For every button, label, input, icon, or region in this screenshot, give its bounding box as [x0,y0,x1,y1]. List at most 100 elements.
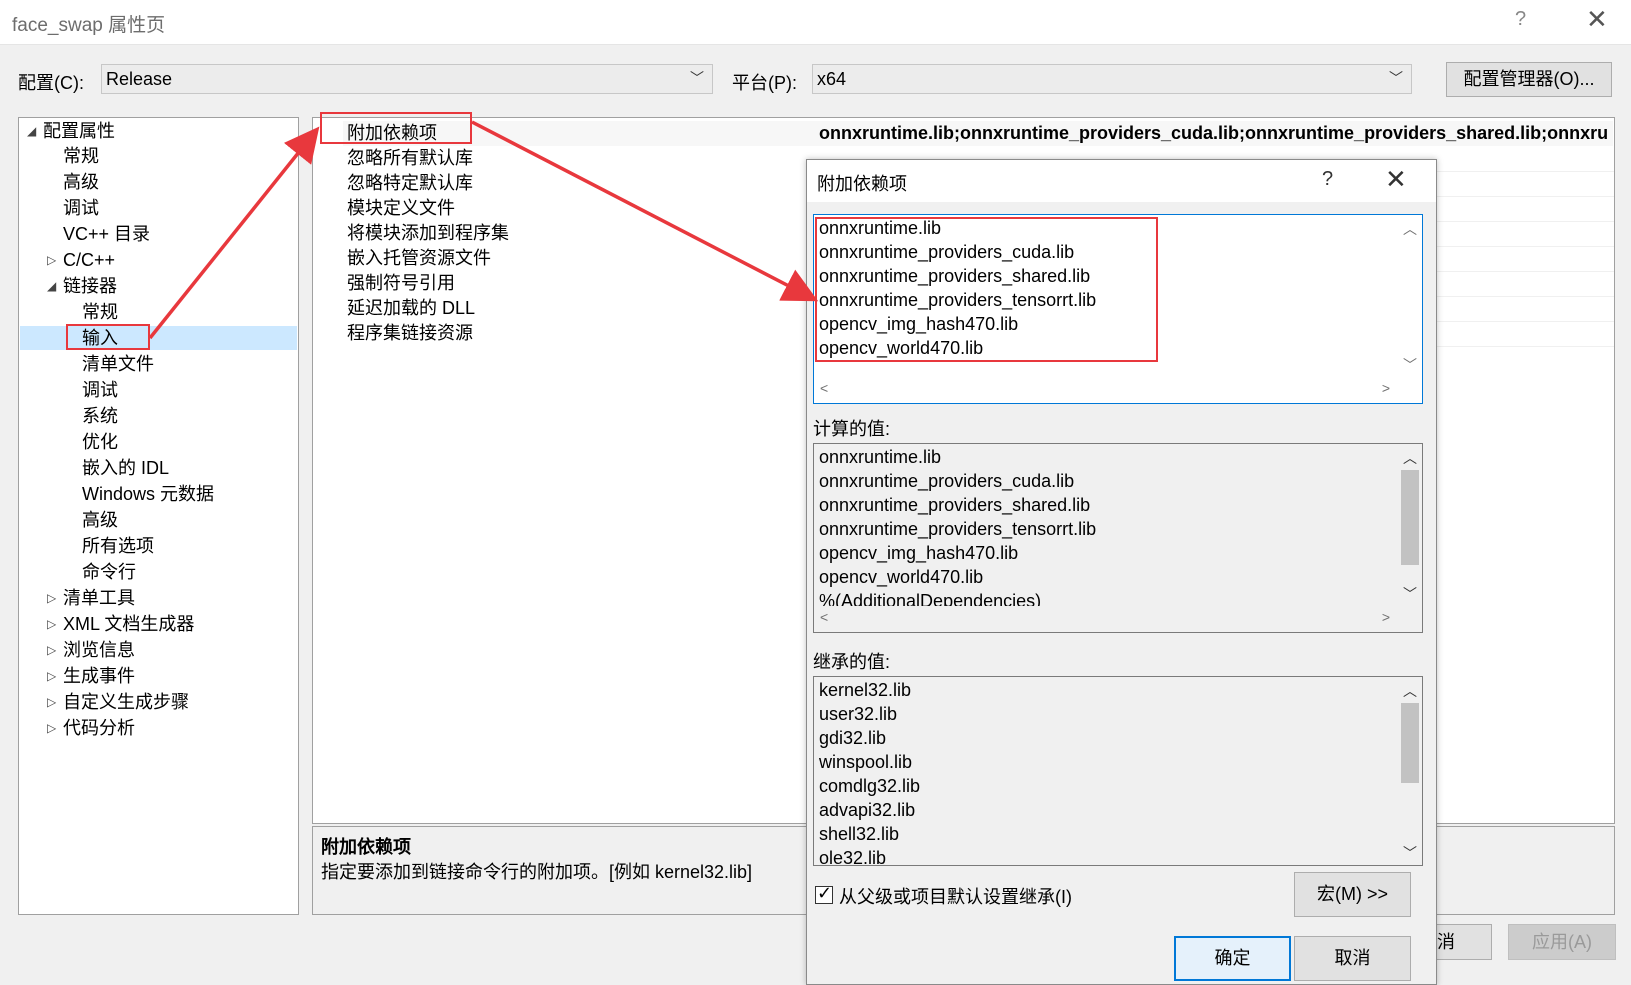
scroll-down-icon[interactable]: ﹀ [1403,355,1417,375]
scroll-up-icon[interactable]: ︿ [1403,448,1417,468]
tree-item-manifest-file[interactable]: 清单文件 [82,352,154,376]
platform-dropdown[interactable]: x64 ﹀ [812,64,1412,94]
expand-icon[interactable]: ▷ [47,617,56,631]
scroll-left-icon[interactable]: < [820,609,828,625]
tree-item-command-line[interactable]: 命令行 [82,560,136,584]
dialog-title-bar: 附加依赖项 ? ✕ [807,160,1436,202]
platform-value: x64 [817,69,847,89]
expand-icon[interactable]: ▷ [47,253,56,267]
prop-additional-dependencies[interactable]: 附加依赖项 [347,121,437,146]
tree-item-linker[interactable]: 链接器 [63,274,117,298]
close-icon[interactable]: ✕ [1385,164,1407,195]
dialog-title: 附加依赖项 [817,174,907,194]
prop-add-module-to-assembly[interactable]: 将模块添加到程序集 [347,221,509,246]
edit-line: onnxruntime_providers_tensorrt.lib [819,290,1097,310]
inherited-values-list[interactable]: kernel32.lib user32.lib gdi32.lib winspo… [813,676,1423,866]
horizontal-scrollbar[interactable]: < > [814,606,1396,632]
chevron-down-icon: ﹀ [1389,70,1403,86]
tree-item-linker-debugging[interactable]: 调试 [82,378,118,402]
tree-item-browse-info[interactable]: 浏览信息 [63,638,135,662]
tree-item-linker-input[interactable]: 输入 [20,326,297,350]
ok-button[interactable]: 确定 [1174,936,1291,981]
scroll-left-icon[interactable]: < [820,380,828,396]
tree-item-embedded-idl[interactable]: 嵌入的 IDL [82,456,169,480]
computed-line: opencv_img_hash470.lib [819,543,1019,563]
config-label: 配置(C): [18,73,84,93]
inherited-line: shell32.lib [819,824,900,844]
vertical-scrollbar[interactable]: ︿ ﹀ [1396,444,1422,606]
tree-item-general[interactable]: 常规 [63,144,99,168]
scroll-up-icon[interactable]: ︿ [1403,681,1417,701]
macro-button[interactable]: 宏(M) >> [1294,872,1411,917]
inherited-line: kernel32.lib [819,680,912,700]
apply-button[interactable]: 应用(A) [1508,924,1616,960]
inherited-values-label: 继承的值: [813,652,891,672]
computed-line: opencv_world470.lib [819,567,984,587]
tree-item-build-events[interactable]: 生成事件 [63,664,135,688]
computed-values-list[interactable]: onnxruntime.lib onnxruntime_providers_cu… [813,443,1423,633]
scroll-up-icon[interactable]: ︿ [1403,219,1417,239]
scrollbar-thumb[interactable] [1401,470,1419,565]
computed-lines: onnxruntime.lib onnxruntime_providers_cu… [819,445,1096,613]
inherited-line: advapi32.lib [819,800,916,820]
inherit-checkbox-label[interactable]: 从父级或项目默认设置继承(I) [839,883,1072,909]
scroll-down-icon[interactable]: ﹀ [1403,584,1417,604]
tree-item-windows-metadata[interactable]: Windows 元数据 [82,482,214,506]
prop-ignore-all-default-libs[interactable]: 忽略所有默认库 [347,146,473,171]
prop-ignore-specific-default-libs[interactable]: 忽略特定默认库 [347,171,473,196]
tree-item-vc-directories[interactable]: VC++ 目录 [63,222,150,246]
dependencies-edit-box[interactable]: onnxruntime.lib onnxruntime_providers_cu… [813,214,1423,404]
description-text: 指定要添加到链接命令行的附加项。[例如 kernel32.lib] [321,862,753,882]
help-icon[interactable]: ? [1515,8,1526,31]
tree-item-cpp[interactable]: C/C++ [63,248,115,272]
prop-module-definition-file[interactable]: 模块定义文件 [347,196,455,221]
config-manager-button[interactable]: 配置管理器(O)... [1446,62,1612,97]
inherited-line: ole32.lib [819,848,887,866]
vertical-scrollbar[interactable]: ︿ ﹀ [1396,677,1422,865]
computed-values-label: 计算的值: [813,419,891,439]
scroll-down-icon[interactable]: ﹀ [1403,843,1417,863]
computed-line: onnxruntime_providers_tensorrt.lib [819,519,1097,539]
expand-icon[interactable]: ▷ [47,721,56,735]
collapse-icon[interactable]: ◢ [27,124,36,138]
tree-item-all-options[interactable]: 所有选项 [82,534,154,558]
expand-icon[interactable]: ▷ [47,695,56,709]
property-tree: ◢ 配置属性 常规 高级 调试 VC++ 目录 ▷ C/C++ ◢ 链接器 常规… [18,117,299,915]
prop-additional-dependencies-value[interactable]: onnxruntime.lib;onnxruntime_providers_cu… [819,121,1609,146]
scroll-right-icon[interactable]: > [1382,380,1390,396]
prop-force-symbol-references[interactable]: 强制符号引用 [347,271,455,296]
scrollbar-thumb[interactable] [1401,703,1419,783]
inherited-line: gdi32.lib [819,728,887,748]
tree-item-system[interactable]: 系统 [82,404,118,428]
expand-icon[interactable]: ▷ [47,643,56,657]
inherited-line: comdlg32.lib [819,776,921,796]
tree-item-manifest-tool[interactable]: 清单工具 [63,586,135,610]
tree-item-optimization[interactable]: 优化 [82,430,118,454]
tree-item-debugging[interactable]: 调试 [63,196,99,220]
tree-item-advanced[interactable]: 高级 [63,170,99,194]
vertical-scrollbar[interactable]: ︿ ﹀ [1396,215,1422,377]
prop-embed-managed-resource[interactable]: 嵌入托管资源文件 [347,246,491,271]
computed-line: onnxruntime_providers_shared.lib [819,495,1091,515]
close-icon[interactable]: ✕ [1586,4,1608,35]
checkmark-icon: ✓ [817,883,833,903]
scroll-right-icon[interactable]: > [1382,609,1390,625]
horizontal-scrollbar[interactable]: < > [814,377,1396,403]
tree-item-custom-build-step[interactable]: 自定义生成步骤 [63,690,189,714]
expand-icon[interactable]: ▷ [47,591,56,605]
dialog-cancel-button[interactable]: 取消 [1294,936,1411,981]
collapse-icon[interactable]: ◢ [47,279,56,293]
edit-line: onnxruntime_providers_cuda.lib [819,242,1075,262]
expand-icon[interactable]: ▷ [47,669,56,683]
tree-item-linker-advanced[interactable]: 高级 [82,508,118,532]
help-icon[interactable]: ? [1322,168,1333,191]
prop-delay-loaded-dlls[interactable]: 延迟加载的 DLL [347,296,475,321]
tree-item-xml-doc-generator[interactable]: XML 文档生成器 [63,612,194,636]
tree-item-linker-general[interactable]: 常规 [82,300,118,324]
inherit-checkbox[interactable]: ✓ [815,883,833,904]
tree-item-config-properties[interactable]: 配置属性 [43,119,115,143]
config-dropdown[interactable]: Release ﹀ [101,64,713,94]
prop-assembly-link-resource[interactable]: 程序集链接资源 [347,321,473,346]
inherited-line: user32.lib [819,704,898,724]
tree-item-code-analysis[interactable]: 代码分析 [63,716,135,740]
